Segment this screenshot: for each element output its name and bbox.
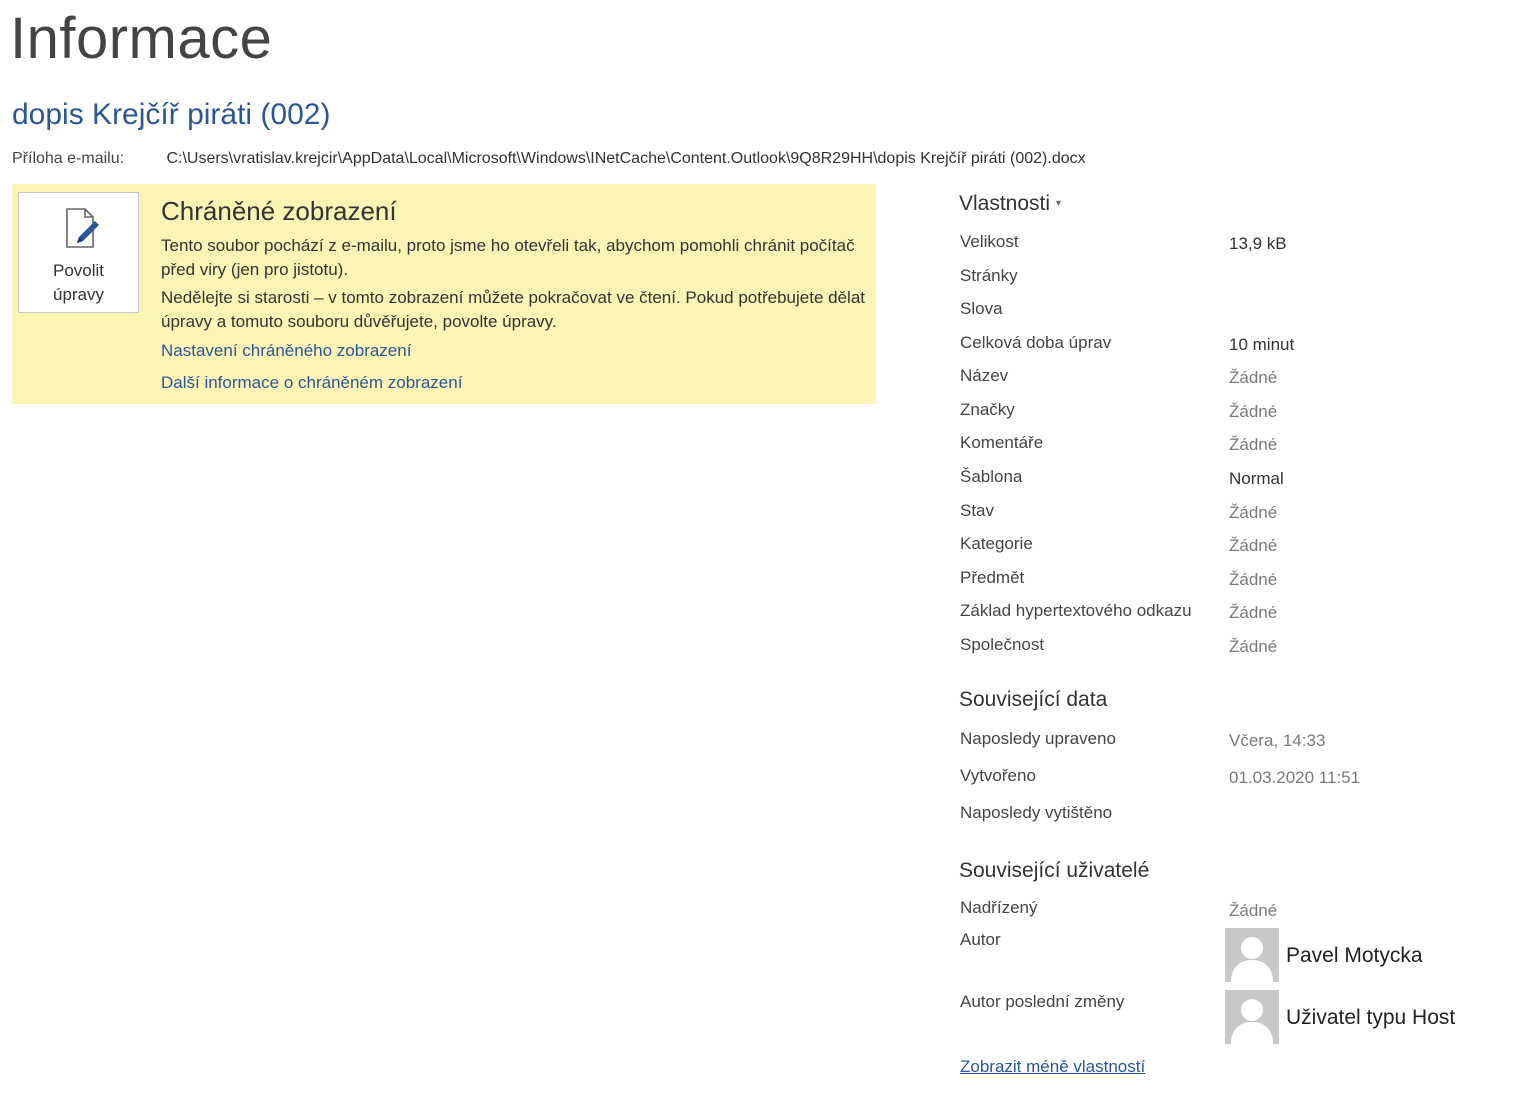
- last-modified-by-label: Autor poslední změny: [960, 992, 1125, 1011]
- property-value[interactable]: Žádné: [1229, 400, 1277, 424]
- date-label: Naposledy upraveno: [960, 729, 1116, 748]
- date-value: Včera, 14:33: [1229, 731, 1326, 750]
- avatar: [1225, 928, 1279, 982]
- date-value: 01.03.2020 11:51: [1229, 768, 1361, 787]
- author-label: Autor: [960, 930, 1001, 949]
- attachment-path-value: C:\Users\vratislav.krejcir\AppData\Local…: [166, 150, 1086, 167]
- property-value[interactable]: Žádné: [1229, 433, 1277, 457]
- attachment-path-row: Příloha e-mailu: C:\Users\vratislav.krej…: [12, 148, 1086, 170]
- protected-view-text-1: Tento soubor pochází z e-mailu, proto js…: [161, 236, 855, 279]
- property-value: 10 minut: [1229, 335, 1295, 354]
- property-row-hyperlink-base: Základ hypertextového odkazu Žádné: [960, 599, 1520, 629]
- property-label: Stav: [960, 501, 995, 520]
- property-label: Slova: [960, 299, 1003, 318]
- avatar: [1225, 990, 1279, 1044]
- date-label: Vytvořeno: [960, 766, 1036, 785]
- page-title: Informace: [10, 6, 273, 71]
- dropdown-caret-icon: ▾: [1056, 198, 1062, 210]
- attachment-path-label: Příloha e-mailu:: [12, 150, 125, 167]
- date-row-last-printed: Naposledy vytištěno: [960, 801, 1520, 831]
- person-placeholder-icon: [1225, 928, 1279, 982]
- property-label: Šablona: [960, 467, 1023, 486]
- property-row-size: Velikost 13,9 kB: [960, 230, 1520, 260]
- property-row-tags: Značky Žádné: [960, 398, 1520, 428]
- property-row-template: Šablona Normal: [960, 465, 1520, 495]
- enable-editing-label: Povolit úpravy: [52, 261, 105, 304]
- property-label: Celková doba úprav: [960, 333, 1112, 352]
- property-label: Předmět: [960, 568, 1025, 587]
- property-row-title: Název Žádné: [960, 364, 1520, 394]
- author-name[interactable]: Pavel Motycka: [1286, 942, 1423, 970]
- property-value[interactable]: Žádné: [1229, 635, 1277, 659]
- property-label: Velikost: [960, 232, 1019, 251]
- date-row-last-modified: Naposledy upraveno Včera, 14:33: [960, 727, 1520, 757]
- property-label: Stránky: [960, 266, 1018, 285]
- date-row-created: Vytvořeno 01.03.2020 11:51: [960, 764, 1520, 794]
- last-modified-name[interactable]: Uživatel typu Host: [1286, 1004, 1455, 1032]
- property-value[interactable]: Žádné: [1229, 534, 1277, 558]
- related-dates-header: Související data: [959, 688, 1108, 711]
- property-label: Komentáře: [960, 433, 1044, 452]
- person-placeholder-icon: [1225, 990, 1279, 1044]
- enable-editing-button[interactable]: Povolit úpravy: [18, 192, 139, 313]
- property-row-categories: Kategorie Žádné: [960, 532, 1520, 562]
- property-row-status: Stav Žádné: [960, 499, 1520, 529]
- document-title: dopis Krejčíř piráti (002): [12, 98, 331, 131]
- property-row-company: Společnost Žádné: [960, 633, 1520, 663]
- properties-header-label: Vlastnosti: [959, 192, 1051, 215]
- property-value: Normal: [1229, 469, 1284, 488]
- date-label: Naposledy vytištěno: [960, 803, 1113, 822]
- property-value[interactable]: Žádné: [1229, 366, 1277, 390]
- property-value[interactable]: Žádné: [1229, 501, 1277, 525]
- author-person[interactable]: Pavel Motycka: [1225, 928, 1525, 982]
- property-value: 13,9 kB: [1229, 234, 1287, 253]
- property-value[interactable]: Žádné: [1229, 601, 1277, 625]
- last-modified-person[interactable]: Uživatel typu Host: [1225, 990, 1525, 1044]
- document-edit-icon: [66, 208, 99, 248]
- property-row-comments: Komentáře Žádné: [960, 431, 1520, 461]
- property-label: Společnost: [960, 635, 1045, 654]
- property-label: Značky: [960, 400, 1015, 419]
- property-label: Základ hypertextového odkazu: [960, 601, 1192, 620]
- property-row-subject: Předmět Žádné: [960, 566, 1520, 596]
- protected-view-title: Chráněné zobrazení: [161, 196, 397, 226]
- protected-view-more-info-link[interactable]: Další informace o chráněném zobrazení: [161, 371, 462, 395]
- related-people-header: Související uživatelé: [959, 859, 1150, 882]
- property-row-pages: Stránky: [960, 264, 1520, 294]
- protected-view-text-2: Nedělejte si starosti – v tomto zobrazen…: [161, 288, 865, 331]
- property-row-words: Slova: [960, 297, 1520, 327]
- property-value[interactable]: Žádné: [1229, 568, 1277, 592]
- protected-view-panel: Povolit úpravy Chráněné zobrazení Tento …: [12, 184, 876, 404]
- manager-label: Nadřízený: [960, 898, 1038, 917]
- property-label: Název: [960, 366, 1009, 385]
- property-label: Kategorie: [960, 534, 1033, 553]
- manager-value[interactable]: Žádné: [1229, 899, 1277, 923]
- protected-view-settings-link[interactable]: Nastavení chráněného zobrazení: [161, 339, 411, 363]
- properties-header[interactable]: Vlastnosti ▾: [959, 190, 1061, 218]
- show-fewer-properties-link[interactable]: Zobrazit méně vlastností: [960, 1055, 1145, 1079]
- property-row-editing-time: Celková doba úprav 10 minut: [960, 331, 1520, 361]
- people-row-manager: Nadřízený Žádné: [960, 896, 1520, 926]
